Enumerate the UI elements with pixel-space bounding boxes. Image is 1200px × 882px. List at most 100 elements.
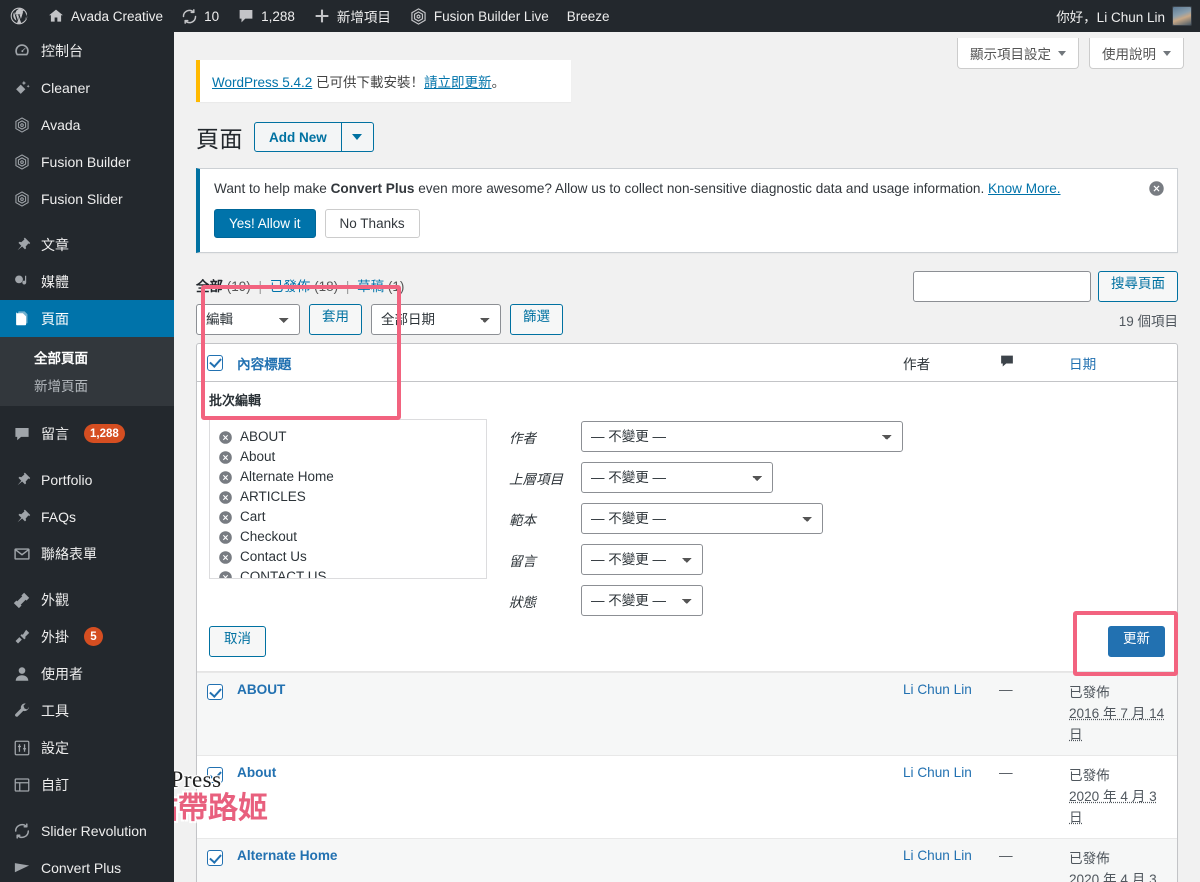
bulk-edit-title-label: CONTACT US xyxy=(240,569,327,579)
remove-icon[interactable] xyxy=(218,490,233,505)
template-select[interactable]: — 不變更 — xyxy=(581,503,823,534)
row-date: 已發佈 2020 年 4 月 3 日 xyxy=(1069,848,1167,882)
update-nag-version-link[interactable]: WordPress 5.4.2 xyxy=(212,75,312,90)
sidebar-item-fusion-builder[interactable]: Fusion Builder xyxy=(0,143,174,180)
author-select[interactable]: — 不變更 — xyxy=(581,421,903,452)
sidebar-subitem-add-page[interactable]: 新增頁面 xyxy=(0,371,174,399)
sidebar-item-media[interactable]: 媒體 xyxy=(0,263,174,300)
bulk-edit-title-label: Cart xyxy=(240,509,266,524)
remove-icon[interactable] xyxy=(218,550,233,565)
sidebar-item-plugins[interactable]: 外掛 5 xyxy=(0,618,174,655)
screen-options-button[interactable]: 顯示項目設定 xyxy=(957,38,1079,69)
bulk-edit-panel: 批次編輯 ABOUT About Alternate Home ARTICLES… xyxy=(197,382,1177,672)
no-thanks-button[interactable]: No Thanks xyxy=(324,209,420,238)
parent-select[interactable]: — 不變更 — xyxy=(581,462,773,493)
adminbar-updates[interactable]: 10 xyxy=(172,0,228,32)
sidebar-item-users[interactable]: 使用者 xyxy=(0,655,174,692)
views-divider: | xyxy=(345,279,350,294)
sidebar-item-dashboard[interactable]: 控制台 xyxy=(0,32,174,69)
view-all-count: (19) xyxy=(226,279,251,294)
row-author[interactable]: Li Chun Lin xyxy=(903,682,999,745)
remove-icon[interactable] xyxy=(218,430,233,445)
sidebar-submenu-pages[interactable]: 全部頁面 新增頁面 xyxy=(0,337,174,406)
sidebar-item-contact-form[interactable]: 聯絡表單 xyxy=(0,535,174,572)
sidebar-item-label: 外觀 xyxy=(41,591,69,608)
remove-icon[interactable] xyxy=(218,530,233,545)
adminbar-breeze[interactable]: Breeze xyxy=(558,0,619,32)
allow-button[interactable]: Yes! Allow it xyxy=(214,209,316,238)
sidebar-item-portfolio[interactable]: Portfolio xyxy=(0,461,174,498)
row-title[interactable]: Alternate Home xyxy=(237,848,903,882)
comments-select[interactable]: — 不變更 — xyxy=(581,544,703,575)
sidebar-item-customize[interactable]: 自訂 xyxy=(0,766,174,803)
sidebar-item-posts[interactable]: 文章 xyxy=(0,226,174,263)
column-header-title[interactable]: 內容標題 xyxy=(237,353,903,373)
sidebar-item-avada[interactable]: Avada xyxy=(0,106,174,143)
sidebar-item-pages[interactable]: 頁面 xyxy=(0,300,174,337)
view-link-all[interactable]: 全部 xyxy=(196,279,223,294)
row-title[interactable]: ABOUT xyxy=(237,682,903,745)
sidebar-item-appearance[interactable]: 外觀 xyxy=(0,581,174,618)
sidebar-item-cleaner[interactable]: Cleaner xyxy=(0,69,174,106)
search-input[interactable] xyxy=(913,271,1091,302)
help-button[interactable]: 使用說明 xyxy=(1089,38,1184,69)
pages-table: 內容標題 作者 日期 批次編輯 ABOUT About Alternate Ho… xyxy=(196,343,1178,882)
admin-sidebar-menu[interactable]: 控制台 Cleaner Avada Fusion Builder Fusion … xyxy=(0,32,174,882)
sidebar-item-slider-revolution[interactable]: Slider Revolution xyxy=(0,812,174,849)
select-all-checkbox[interactable] xyxy=(207,354,237,371)
wordpress-logo-icon xyxy=(9,6,29,26)
sidebar-item-fusion-slider[interactable]: Fusion Slider xyxy=(0,180,174,217)
row-title[interactable]: About xyxy=(237,765,903,828)
sidebar-item-label: Fusion Builder xyxy=(41,153,131,170)
sidebar-item-tools[interactable]: 工具 xyxy=(0,692,174,729)
adminbar-my-account[interactable]: 你好，Li Chun Lin xyxy=(1056,0,1200,32)
date-filter-select[interactable]: 全部日期 xyxy=(371,304,501,335)
close-icon[interactable] xyxy=(1148,180,1165,197)
sidebar-item-label: 使用者 xyxy=(41,665,83,682)
sidebar-item-settings[interactable]: 設定 xyxy=(0,729,174,766)
update-button[interactable]: 更新 xyxy=(1108,626,1165,657)
apply-button[interactable]: 套用 xyxy=(309,304,362,335)
adminbar-comments[interactable]: 1,288 xyxy=(228,0,304,32)
add-new-button[interactable]: Add New xyxy=(254,122,342,152)
sidebar-item-label: 設定 xyxy=(41,739,69,756)
field-label-author: 作者 xyxy=(509,430,536,446)
adminbar-fusion-builder-live-label: Fusion Builder Live xyxy=(433,8,549,24)
add-new-dropdown-toggle[interactable] xyxy=(341,122,374,152)
remove-icon[interactable] xyxy=(218,510,233,525)
cp-bold: Convert Plus xyxy=(330,181,415,196)
row-author[interactable]: Li Chun Lin xyxy=(903,765,999,828)
row-checkbox[interactable] xyxy=(207,848,237,882)
adminbar-new-content[interactable]: 新增項目 xyxy=(304,0,400,32)
remove-icon[interactable] xyxy=(218,470,233,485)
know-more-link[interactable]: Know More. xyxy=(988,181,1061,196)
sidebar-item-convert-plus[interactable]: Convert Plus xyxy=(0,849,174,882)
adminbar-wordpress-logo[interactable] xyxy=(0,0,38,32)
row-date-value: 2020 年 4 月 3 日 xyxy=(1069,872,1157,882)
adminbar-fusion-builder-live[interactable]: Fusion Builder Live xyxy=(400,0,558,32)
adminbar-site-name-label: Avada Creative xyxy=(71,8,164,24)
column-header-date[interactable]: 日期 xyxy=(1069,353,1167,373)
column-header-comments[interactable] xyxy=(999,353,1069,372)
sidebar-item-comments[interactable]: 留言 1,288 xyxy=(0,415,174,452)
cancel-button[interactable]: 取消 xyxy=(209,626,266,657)
remove-icon[interactable] xyxy=(218,450,233,465)
filter-button[interactable]: 篩選 xyxy=(510,304,563,335)
status-select[interactable]: — 不變更 — xyxy=(581,585,703,616)
screen-options-label: 顯示項目設定 xyxy=(970,47,1051,62)
bulk-edit-titles-list: ABOUT About Alternate Home ARTICLES Cart… xyxy=(209,419,487,579)
view-link-draft[interactable]: 草稿 xyxy=(357,279,384,294)
content-wrap: WordPress 5.4.2 已可供下載安裝！請立即更新。 頁面 Add Ne… xyxy=(174,32,1200,882)
sidebar-item-faqs[interactable]: FAQs xyxy=(0,498,174,535)
sidebar-subitem-all-pages[interactable]: 全部頁面 xyxy=(0,343,174,371)
view-link-published[interactable]: 已發佈 xyxy=(270,279,311,294)
bulk-action-select[interactable]: 編輯 xyxy=(196,304,300,335)
table-row: Alternate Home Li Chun Lin — 已發佈 2020 年 … xyxy=(197,838,1177,882)
row-author[interactable]: Li Chun Lin xyxy=(903,848,999,882)
sidebar-item-label: Cleaner xyxy=(41,79,91,96)
adminbar-site-name[interactable]: Avada Creative xyxy=(38,0,172,32)
update-nag-update-link[interactable]: 請立即更新 xyxy=(424,75,492,90)
search-button[interactable]: 搜尋頁面 xyxy=(1098,271,1178,302)
remove-icon[interactable] xyxy=(218,570,233,578)
page-icon xyxy=(12,309,32,329)
